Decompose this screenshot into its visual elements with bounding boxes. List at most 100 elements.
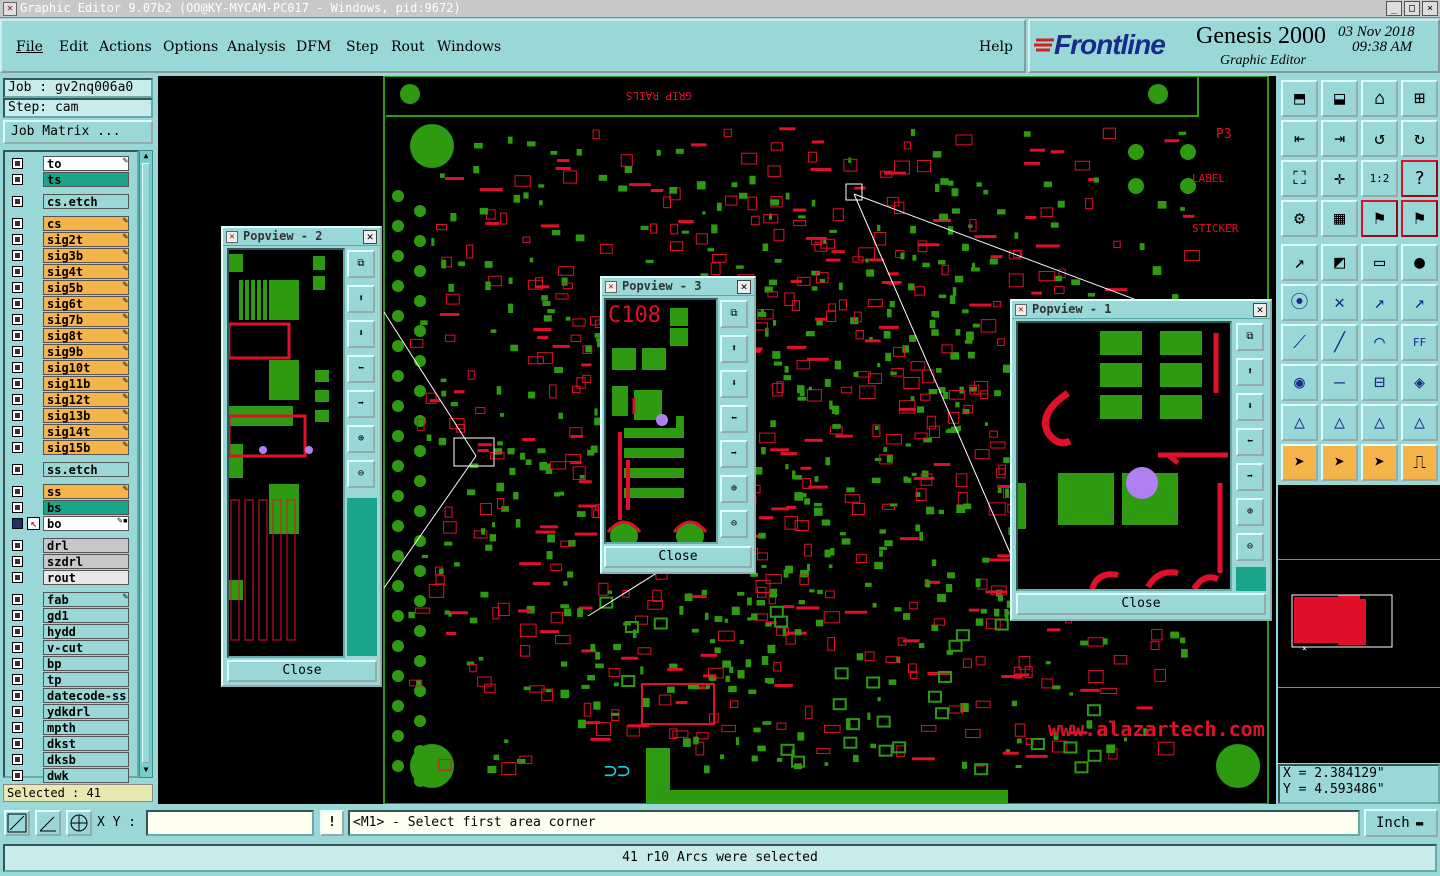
- zoom-home-button[interactable]: ⬒: [1281, 80, 1318, 117]
- popview-3-zoom-in-button[interactable]: ⊕: [720, 475, 748, 503]
- layer-name[interactable]: sig6t: [43, 296, 129, 311]
- layer-name[interactable]: sig8t: [43, 328, 129, 343]
- layer-checkbox[interactable]: [12, 626, 23, 637]
- popview-2-pan-right-button[interactable]: ➡: [347, 390, 375, 418]
- popview-1-close-button[interactable]: Close: [1016, 593, 1266, 615]
- ruler-button[interactable]: ▭: [1361, 244, 1398, 281]
- popview-3-opts-button[interactable]: ⧉: [720, 300, 748, 328]
- layer-name[interactable]: cs.etch: [43, 194, 129, 209]
- zoom-house-button[interactable]: ⌂: [1361, 80, 1398, 117]
- grid-mode-button[interactable]: [66, 810, 92, 836]
- layer-row-sig4t[interactable]: sig4t ✎: [9, 264, 131, 279]
- layer-row-datecode-ss[interactable]: datecode-ss: [9, 688, 131, 703]
- measure-button[interactable]: ⚙: [1281, 200, 1318, 237]
- xy-input[interactable]: [146, 810, 314, 836]
- layer-row-cs[interactable]: cs ✎: [9, 216, 131, 231]
- layer-checkbox[interactable]: [12, 266, 23, 277]
- popview-1-zoom-out-button[interactable]: ⊖: [1236, 533, 1264, 561]
- popview-1-view[interactable]: [1016, 321, 1232, 591]
- layer-name[interactable]: drl: [43, 538, 129, 553]
- close-window-button[interactable]: ×: [1422, 1, 1438, 16]
- layer-checkbox[interactable]: [12, 174, 23, 185]
- layer-checkbox[interactable]: [12, 674, 23, 685]
- layer-row-bo[interactable]: ↖ bo ✎▪: [9, 516, 131, 531]
- arrow-select-button[interactable]: ↗: [1401, 284, 1438, 321]
- layer-checkbox[interactable]: [12, 378, 23, 389]
- pointer-tool-button[interactable]: ➤: [1281, 444, 1318, 481]
- layer-checkbox[interactable]: [12, 394, 23, 405]
- menu-actions[interactable]: Actions: [99, 39, 152, 55]
- fit-all-button[interactable]: ⛶: [1281, 160, 1318, 197]
- layer-name[interactable]: sig14t: [43, 424, 129, 439]
- pan-right-button[interactable]: ⇥: [1321, 120, 1358, 157]
- layer-checkbox[interactable]: [12, 346, 23, 357]
- scale-tool-button[interactable]: ⊟: [1361, 364, 1398, 401]
- scroll-up-icon[interactable]: ▲: [141, 151, 151, 161]
- layer-name[interactable]: sig15b: [43, 440, 129, 455]
- layer-checkbox[interactable]: [12, 706, 23, 717]
- layer-name[interactable]: sig12t: [43, 392, 129, 407]
- popview-1-menu-icon[interactable]: ✕: [1015, 304, 1027, 316]
- layer-checkbox[interactable]: [12, 610, 23, 621]
- layer-row-sig9b[interactable]: sig9b ✎: [9, 344, 131, 359]
- help-query-button[interactable]: ?: [1401, 160, 1438, 197]
- slope-tool-button[interactable]: ⟋: [1281, 324, 1318, 361]
- popview-1-pan-right-button[interactable]: ➡: [1236, 463, 1264, 491]
- popview-3-pan-up-button[interactable]: ⬆: [720, 335, 748, 363]
- pan-left-button[interactable]: ⇤: [1281, 120, 1318, 157]
- zoom-back-button[interactable]: ⬓: [1321, 80, 1358, 117]
- layer-checkbox[interactable]: [12, 738, 23, 749]
- layer-checkbox[interactable]: [12, 722, 23, 733]
- layer-row-szdrl[interactable]: szdrl: [9, 554, 131, 569]
- menu-analysis[interactable]: Analysis: [227, 39, 286, 55]
- triangle-3-tool-button[interactable]: △: [1361, 404, 1398, 441]
- layer-row-sig10t[interactable]: sig10t ✎: [9, 360, 131, 375]
- menu-step[interactable]: Step: [346, 39, 378, 55]
- menu-file[interactable]: File: [16, 39, 43, 55]
- menu-rout[interactable]: Rout: [391, 39, 425, 55]
- popview-3-menu-icon[interactable]: ✕: [605, 281, 617, 293]
- layer-row-dkst[interactable]: dkst: [9, 736, 131, 751]
- layer-name[interactable]: dkst: [43, 736, 129, 751]
- scroll-down-icon[interactable]: ▼: [141, 765, 151, 775]
- popview-1-zoom-in-button[interactable]: ⊕: [1236, 498, 1264, 526]
- layer-row-dwk[interactable]: dwk: [9, 768, 131, 783]
- layer-checkbox[interactable]: [12, 658, 23, 669]
- menu-edit[interactable]: Edit: [59, 39, 88, 55]
- layer-name[interactable]: ss.etch: [43, 462, 129, 477]
- layer-checkbox[interactable]: [12, 518, 23, 529]
- edit-feature-button[interactable]: ◩: [1321, 244, 1358, 281]
- layer-checkbox[interactable]: [12, 298, 23, 309]
- app-icon[interactable]: ✕: [3, 2, 17, 16]
- popview-3-pan-right-button[interactable]: ➡: [720, 440, 748, 468]
- layer-row-drl[interactable]: drl: [9, 538, 131, 553]
- layer-row-bs[interactable]: bs: [9, 500, 131, 515]
- layer-checkbox[interactable]: [12, 426, 23, 437]
- layer-checkbox[interactable]: [12, 282, 23, 293]
- popview-1-opts-button[interactable]: ⧉: [1236, 323, 1264, 351]
- layer-name[interactable]: fab: [43, 592, 129, 607]
- layer-name[interactable]: sig9b: [43, 344, 129, 359]
- layer-name[interactable]: sig7b: [43, 312, 129, 327]
- layer-name[interactable]: sig3b: [43, 248, 129, 263]
- circle-fill-button[interactable]: ●: [1401, 244, 1438, 281]
- angle-mode-button[interactable]: [35, 810, 61, 836]
- layer-row-sig7b[interactable]: sig7b ✎: [9, 312, 131, 327]
- layer-name[interactable]: gd1: [43, 608, 129, 623]
- fit-profile-button[interactable]: ✛: [1321, 160, 1358, 197]
- cross-select-button[interactable]: ✕: [1321, 284, 1358, 321]
- grid-toggle-button[interactable]: ▦: [1321, 200, 1358, 237]
- sweep-button[interactable]: ↻: [1401, 120, 1438, 157]
- layer-row-ts[interactable]: ts: [9, 172, 131, 187]
- popview-2-pan-down-button[interactable]: ⬇: [347, 320, 375, 348]
- popview-3-close-icon[interactable]: ✕: [737, 280, 751, 294]
- layer-row-mpth[interactable]: mpth: [9, 720, 131, 735]
- popview-2-opts-button[interactable]: ⧉: [347, 250, 375, 278]
- pointer-filled-tool-button[interactable]: ➤: [1361, 444, 1398, 481]
- layer-row-sig11b[interactable]: sig11b ✎: [9, 376, 131, 391]
- snap-toggle-button[interactable]: ⚑: [1361, 200, 1398, 237]
- layer-name[interactable]: ts: [43, 172, 129, 187]
- menu-options[interactable]: Options: [163, 39, 218, 55]
- popview-1-close-icon[interactable]: ✕: [1253, 303, 1267, 317]
- units-select[interactable]: Inch ▬: [1364, 809, 1438, 837]
